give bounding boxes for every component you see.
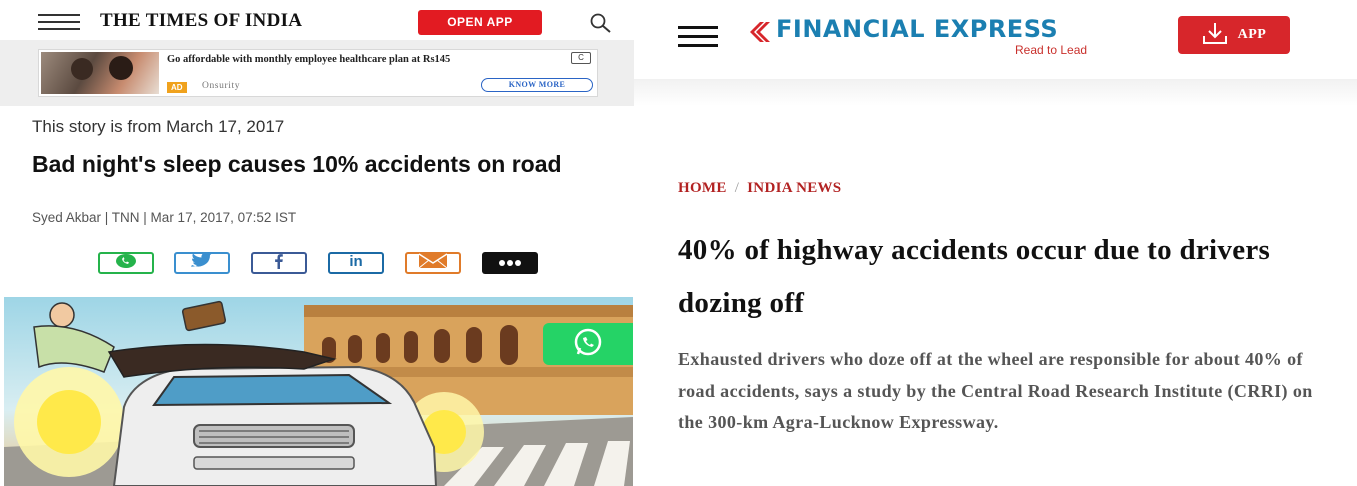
download-app-button[interactable]: APP	[1178, 16, 1290, 54]
download-icon	[1202, 21, 1228, 50]
share-email-button[interactable]	[405, 252, 461, 274]
facebook-icon	[273, 253, 285, 274]
article-headline: 40% of highway accidents occur due to dr…	[678, 234, 1271, 319]
whatsapp-float-button[interactable]	[543, 323, 633, 365]
share-facebook-button[interactable]	[251, 252, 307, 274]
twitter-icon	[189, 251, 215, 274]
open-app-button[interactable]: OPEN APP	[418, 10, 542, 35]
svg-text:in: in	[349, 253, 362, 269]
share-more-button[interactable]	[482, 252, 538, 274]
whatsapp-icon	[567, 327, 609, 362]
more-icon	[495, 254, 525, 272]
breadcrumb: HOME / INDIA NEWS	[678, 180, 841, 197]
breadcrumb-home[interactable]: HOME	[678, 180, 727, 196]
ad-choices-icon[interactable]: C	[571, 52, 591, 64]
ad-text: Go affordable with monthly employee heal…	[167, 54, 451, 65]
ad-tag: AD	[167, 82, 187, 93]
app-button-label: APP	[1237, 27, 1267, 42]
article-summary: Exhausted drivers who doze off at the wh…	[678, 349, 1313, 432]
article-illustration	[4, 297, 633, 486]
ad-banner[interactable]: Go affordable with monthly employee heal…	[38, 49, 598, 97]
know-more-button[interactable]: KNOW MORE	[481, 78, 593, 92]
fe-tagline: Read to Lead	[1015, 43, 1088, 57]
search-icon[interactable]	[588, 12, 614, 34]
share-linkedin-button[interactable]: in	[328, 252, 384, 274]
ad-photo	[41, 52, 159, 94]
hamburger-menu-icon[interactable]	[38, 14, 80, 30]
fe-article-screen: FINANCIAL EXPRESS Read to Lead APP HOME /…	[634, 0, 1357, 486]
share-twitter-button[interactable]	[174, 251, 230, 274]
linkedin-icon: in	[344, 253, 368, 274]
toi-header: THE TIMES OF INDIA OPEN APP	[0, 0, 634, 40]
whatsapp-icon	[114, 253, 138, 274]
hamburger-menu-icon[interactable]	[678, 26, 718, 48]
ad-brand: Onsurity	[202, 81, 241, 91]
fe-logo-mark-icon	[748, 20, 772, 44]
fe-header: FINANCIAL EXPRESS Read to Lead APP	[634, 0, 1357, 80]
breadcrumb-separator: /	[734, 180, 740, 196]
breadcrumb-india-news[interactable]: INDIA NEWS	[747, 180, 841, 196]
email-icon	[418, 252, 448, 274]
article-byline: Syed Akbar | TNN | Mar 17, 2017, 07:52 I…	[32, 210, 297, 225]
toi-article-screen: THE TIMES OF INDIA OPEN APP Go affordabl…	[0, 0, 634, 486]
article-headline: Bad night's sleep causes 10% accidents o…	[32, 151, 562, 177]
fe-logo[interactable]: FINANCIAL EXPRESS	[776, 15, 1058, 43]
share-whatsapp-button[interactable]	[98, 252, 154, 274]
story-dateline: This story is from March 17, 2017	[32, 117, 285, 136]
header-shadow	[634, 80, 1357, 106]
toi-logo[interactable]: THE TIMES OF INDIA	[100, 10, 302, 32]
